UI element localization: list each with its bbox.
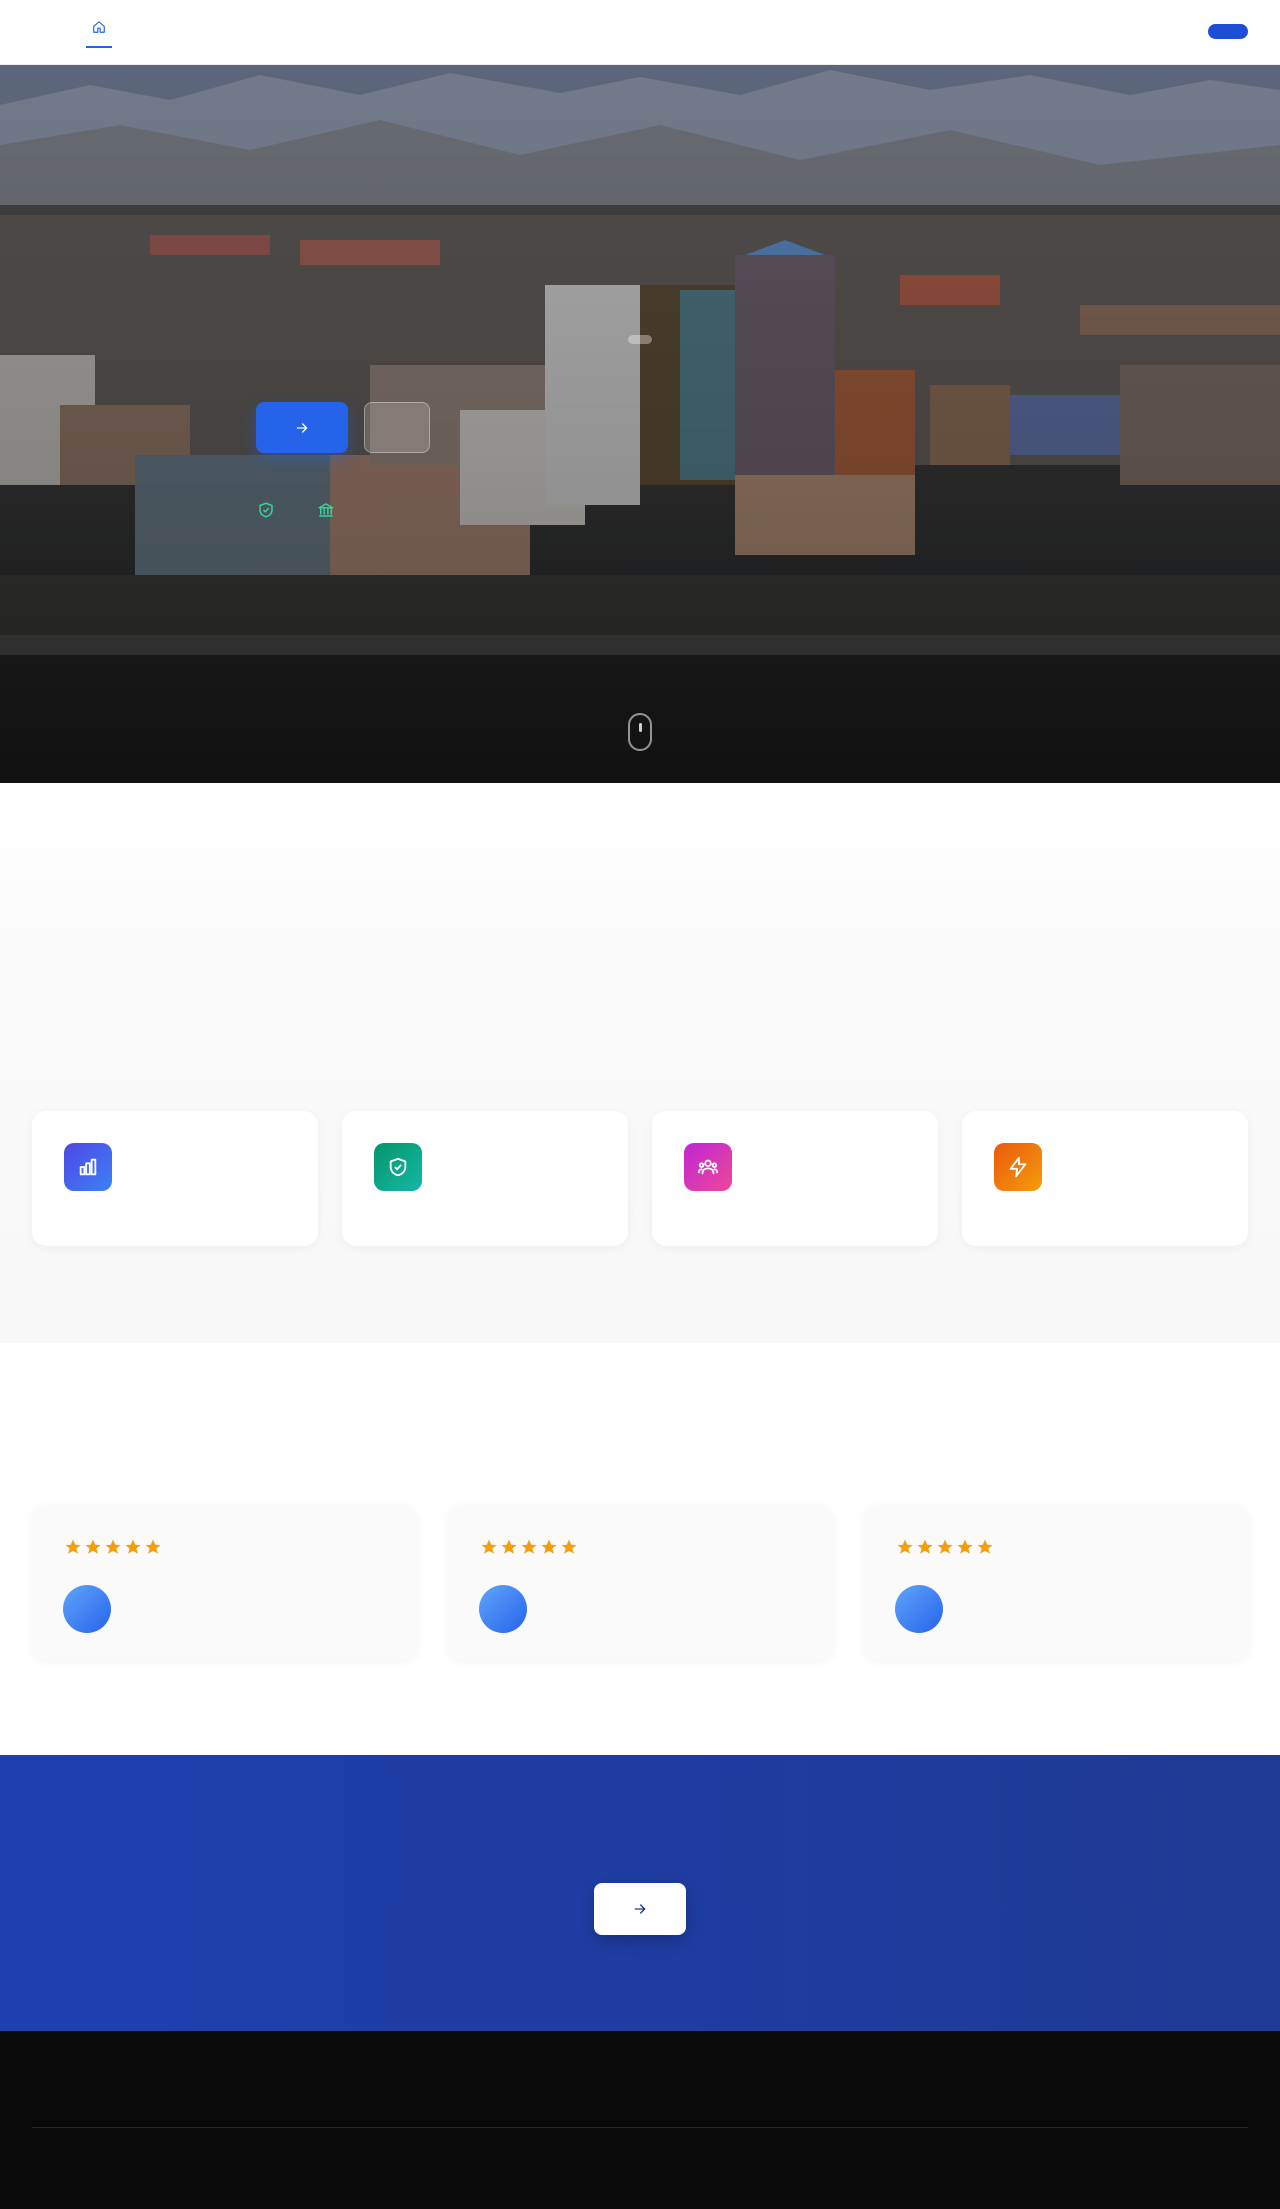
star-icon — [917, 1539, 933, 1554]
feature-card — [342, 1111, 628, 1246]
hero-city-image — [0, 65, 1280, 783]
footer-divider — [32, 2127, 1248, 2128]
star-rating — [480, 1538, 578, 1556]
star-icon — [125, 1539, 141, 1554]
star-icon — [501, 1539, 517, 1554]
star-icon — [937, 1539, 953, 1554]
avatar — [895, 1585, 943, 1633]
star-icon — [521, 1539, 537, 1554]
header-cta-button[interactable] — [1208, 24, 1248, 39]
testimonial-card — [864, 1505, 1249, 1660]
site-footer — [0, 2031, 1280, 2209]
hero-section — [0, 65, 1280, 783]
bar-chart-icon — [64, 1143, 112, 1191]
shield-check-icon — [374, 1143, 422, 1191]
star-icon — [897, 1539, 913, 1554]
star-icon — [105, 1539, 121, 1554]
testimonials-section — [0, 1343, 1280, 1755]
star-rating — [64, 1538, 162, 1556]
features-section — [0, 783, 1280, 1343]
star-icon — [541, 1539, 557, 1554]
feature-card — [652, 1111, 938, 1246]
feature-card — [32, 1111, 318, 1246]
star-icon — [561, 1539, 577, 1554]
testimonial-card — [448, 1505, 833, 1660]
arrow-right-icon — [634, 1904, 646, 1914]
avatar — [479, 1585, 527, 1633]
star-icon — [977, 1539, 993, 1554]
cta-button[interactable] — [594, 1883, 686, 1935]
star-icon — [65, 1539, 81, 1554]
bank-icon — [317, 501, 335, 519]
home-icon — [93, 21, 105, 33]
shield-check-icon — [257, 501, 275, 519]
star-icon — [481, 1539, 497, 1554]
nav-home-link[interactable] — [86, 20, 112, 48]
star-rating — [896, 1538, 994, 1556]
cta-section — [0, 1755, 1280, 2031]
site-header — [0, 0, 1280, 65]
mouse-scroll-icon[interactable] — [628, 713, 652, 751]
hero-badge — [628, 335, 652, 344]
hero-primary-button[interactable] — [256, 402, 348, 453]
hero-secondary-button[interactable] — [364, 402, 430, 453]
feature-card — [962, 1111, 1248, 1246]
star-icon — [145, 1539, 161, 1554]
arrow-right-icon — [296, 422, 308, 433]
users-icon — [684, 1143, 732, 1191]
avatar — [63, 1585, 111, 1633]
active-nav-indicator — [86, 46, 112, 48]
lightning-icon — [994, 1143, 1042, 1191]
testimonial-card — [32, 1505, 417, 1660]
star-icon — [85, 1539, 101, 1554]
star-icon — [957, 1539, 973, 1554]
